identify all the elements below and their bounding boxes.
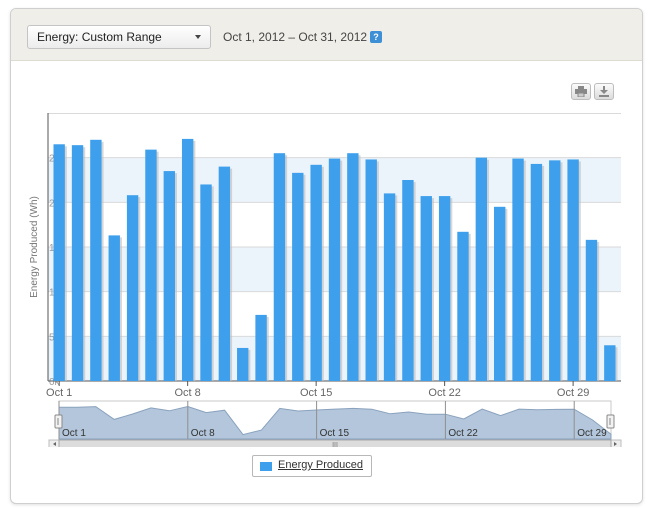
navigator-label: Oct 8 — [191, 428, 215, 439]
legend-item-energy-produced[interactable]: Energy Produced — [252, 455, 372, 477]
bar[interactable] — [292, 172, 304, 381]
range-navigator[interactable]: Oct 1 Oct 8 Oct 15 Oct 22 Oct 29 III — [11, 397, 642, 447]
bar[interactable] — [457, 231, 469, 381]
bar[interactable] — [126, 195, 139, 381]
bar[interactable] — [181, 138, 194, 381]
range-select[interactable]: Energy: Custom Range — [27, 25, 211, 49]
bar[interactable] — [549, 160, 561, 381]
bar[interactable] — [218, 166, 231, 381]
bar[interactable] — [53, 144, 65, 381]
bar[interactable] — [438, 196, 451, 381]
bar[interactable] — [383, 193, 396, 381]
navigator-label: Oct 1 — [62, 428, 86, 439]
bar[interactable] — [145, 149, 157, 381]
bar[interactable] — [273, 153, 286, 381]
chevron-down-icon — [195, 35, 201, 39]
range-select-value: Energy: Custom Range — [37, 30, 162, 44]
printer-icon — [575, 86, 587, 98]
scrollbar-grip: III — [332, 442, 338, 447]
bar[interactable] — [71, 145, 84, 381]
navigator-label: Oct 15 — [320, 428, 350, 439]
legend-swatch — [260, 462, 272, 471]
bar[interactable] — [402, 180, 414, 381]
bar[interactable] — [90, 139, 102, 381]
bar[interactable] — [585, 239, 598, 381]
bar[interactable] — [420, 196, 432, 381]
bar[interactable] — [494, 206, 506, 381]
bar[interactable] — [108, 235, 120, 381]
bar[interactable] — [567, 159, 579, 381]
bar[interactable] — [255, 314, 267, 381]
bar[interactable] — [604, 345, 616, 381]
bar[interactable] — [475, 157, 488, 381]
bar[interactable] — [328, 158, 341, 381]
navigator-label: Oct 29 — [577, 428, 607, 439]
bar[interactable] — [347, 153, 359, 381]
download-button[interactable] — [594, 83, 614, 100]
bar[interactable] — [163, 171, 175, 381]
bar[interactable] — [237, 347, 249, 381]
help-icon[interactable]: ? — [370, 31, 382, 43]
bar[interactable] — [365, 159, 377, 381]
legend-label: Energy Produced — [278, 459, 363, 471]
bar[interactable] — [530, 163, 543, 381]
chart-toolbar: Energy: Custom Range Oct 1, 2012 – Oct 3… — [11, 9, 642, 61]
energy-bar-chart: 0k5k10k15k20k25kOct 1Oct 8Oct 15Oct 22Oc… — [29, 113, 621, 399]
bar[interactable] — [200, 184, 212, 381]
bar[interactable] — [512, 158, 524, 381]
date-range-label: Oct 1, 2012 – Oct 31, 2012 — [223, 30, 368, 44]
energy-chart-panel: Energy: Custom Range Oct 1, 2012 – Oct 3… — [10, 8, 643, 504]
bar[interactable] — [310, 164, 322, 381]
navigator-label: Oct 22 — [448, 428, 478, 439]
print-button[interactable] — [571, 83, 591, 100]
y-axis-title: Energy Produced (Wh) — [29, 196, 40, 298]
download-icon — [599, 86, 609, 97]
